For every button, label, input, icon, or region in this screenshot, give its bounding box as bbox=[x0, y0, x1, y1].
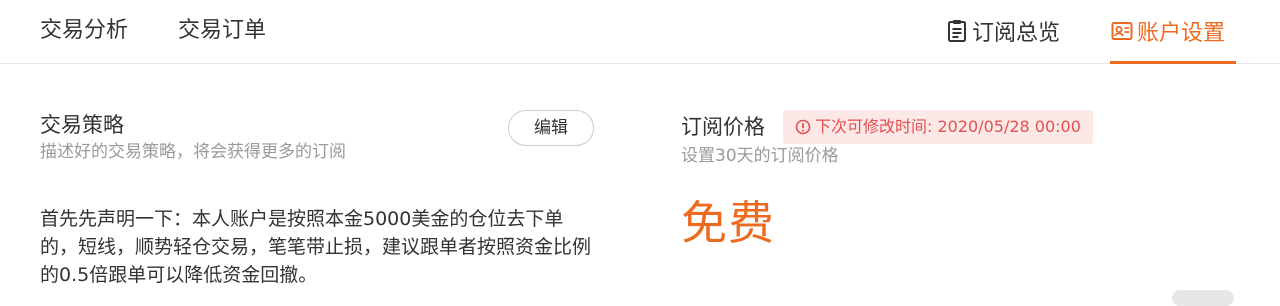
pricing-section: 订阅价格 下次可修改时间: 2020/05/28 00:00 设置30天的订阅价… bbox=[681, 110, 1241, 168]
pricing-subtitle: 设置30天的订阅价格 bbox=[681, 146, 839, 166]
nav-subscription-overview[interactable]: 订阅总览 bbox=[946, 16, 1060, 64]
nav-subscription-overview-label: 订阅总览 bbox=[972, 21, 1061, 46]
account-settings-icon bbox=[1111, 22, 1133, 40]
edit-strategy-button[interactable]: 编辑 bbox=[508, 110, 594, 146]
clipboard-icon bbox=[948, 20, 966, 42]
subscription-price: 免费 bbox=[681, 196, 775, 250]
next-edit-time-notice: 下次可修改时间: 2020/05/28 00:00 bbox=[783, 110, 1093, 144]
info-icon bbox=[795, 119, 811, 135]
notice-text: 下次可修改时间: 2020/05/28 00:00 bbox=[815, 117, 1081, 136]
nav-account-settings[interactable]: 账户设置 bbox=[1111, 16, 1225, 64]
strategy-description: 首先先声明一下：本人账户是按照本金5000美金的仓位去下单的，短线，顺势轻仓交易… bbox=[40, 208, 592, 286]
pricing-title: 订阅价格 bbox=[681, 115, 765, 139]
nav-account-settings-label: 账户设置 bbox=[1137, 21, 1226, 46]
tab-trade-analysis[interactable]: 交易分析 bbox=[40, 16, 128, 46]
top-nav-bar: 交易分析 交易订单 订阅总览 账户设置 bbox=[0, 0, 1280, 64]
active-tab-indicator bbox=[1110, 61, 1236, 64]
partial-element-bottom bbox=[1172, 290, 1234, 306]
strategy-subtitle: 描述好的交易策略，将会获得更多的订阅 bbox=[40, 142, 346, 162]
tab-trade-orders[interactable]: 交易订单 bbox=[178, 16, 266, 46]
